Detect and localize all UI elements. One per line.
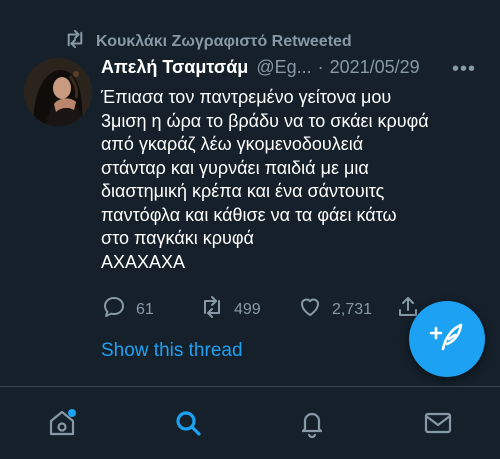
- notifications-icon: [297, 408, 327, 443]
- compose-tweet-button[interactable]: [409, 301, 485, 377]
- tab-search[interactable]: [170, 407, 206, 443]
- retweet-context: Κουκλάκι Ζωγραφιστό Retweeted: [64, 29, 352, 53]
- tweet-text-line: από γκαράζ λέω γκομενοδουλειά: [101, 134, 364, 154]
- tweet-text-line: στο παγκάκι κρυφά: [101, 228, 254, 248]
- retweet-button[interactable]: 499: [200, 295, 261, 324]
- heart-icon: [298, 295, 322, 324]
- tweet-body: Έπιασα τον παντρεμένο γείτονα μου 3μιση …: [101, 86, 491, 274]
- author-name[interactable]: Απελή Τσαμτσάμ: [101, 57, 248, 78]
- show-thread-link[interactable]: Show this thread: [101, 340, 243, 362]
- new-tweets-badge: [68, 409, 76, 417]
- retweet-icon: [64, 29, 86, 53]
- tweet-text-line: διαστημική κρέπα και ένα σάντουιτς: [101, 181, 385, 201]
- bottom-tab-bar: [0, 387, 500, 459]
- meta-separator: ·: [317, 57, 324, 77]
- tab-home[interactable]: [44, 407, 80, 443]
- tweet-text-line: ΑΧΑΧΑΧΑ: [101, 251, 186, 272]
- like-count: 2,731: [332, 300, 373, 318]
- reply-count: 61: [136, 300, 154, 318]
- compose-tweet-icon: [427, 317, 467, 362]
- author-handle[interactable]: @Eg...: [256, 57, 311, 78]
- search-icon: [173, 408, 203, 443]
- more-options-icon[interactable]: •••: [452, 58, 476, 81]
- avatar[interactable]: [24, 58, 92, 126]
- tweet-actions: 61 499 2,731: [100, 295, 430, 323]
- retweet-count: 499: [234, 300, 261, 318]
- messages-icon: [423, 408, 453, 443]
- tab-messages[interactable]: [420, 407, 456, 443]
- tab-notifications[interactable]: [294, 407, 330, 443]
- reply-button[interactable]: 61: [102, 295, 154, 324]
- tweet-header: Απελή Τσαμτσάμ @Eg... · 2021/05/29: [101, 57, 481, 78]
- tweet-text-line: παντόφλα και κάθισε να τα φάει κάτω: [101, 204, 397, 225]
- retweet-action-icon: [200, 295, 224, 324]
- like-button[interactable]: 2,731: [298, 295, 372, 324]
- tweet-text-line: Έπιασα τον παντρεμένο γείτονα μου: [101, 87, 392, 107]
- reply-icon: [102, 295, 126, 324]
- tweet-date[interactable]: 2021/05/29: [330, 57, 420, 78]
- retweet-label: Κουκλάκι Ζωγραφιστό Retweeted: [96, 32, 352, 50]
- tweet-text-line: στάνταρ και γυρνάει παιδιά με μια: [101, 157, 369, 178]
- tweet-text-line: 3μιση η ώρα το βράδυ να το σκάει κρυφά: [101, 110, 429, 131]
